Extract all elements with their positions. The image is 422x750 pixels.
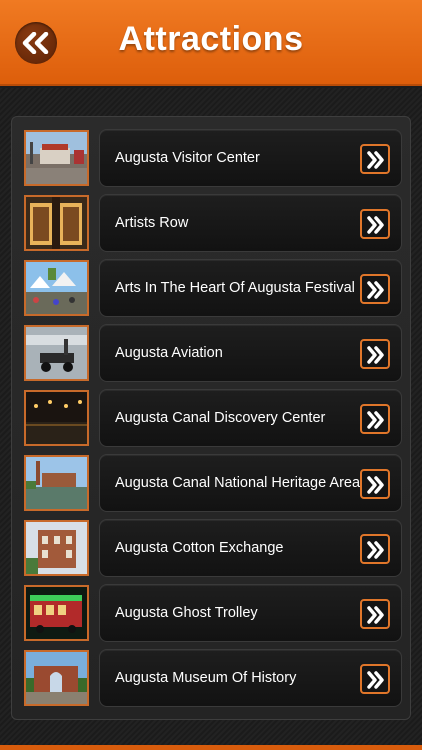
list-item[interactable]: Augusta Cotton Exchange [24, 519, 402, 577]
attraction-label: Augusta Cotton Exchange [115, 540, 284, 556]
museum-thumbnail [24, 650, 89, 706]
list-item[interactable]: Arts In The Heart Of Augusta Festival [24, 259, 402, 317]
artists-row-thumbnail [24, 195, 89, 251]
list-item[interactable]: Augusta Museum Of History [24, 649, 402, 707]
ghost-trolley-thumbnail [24, 585, 89, 641]
double-chevron-right-icon [367, 541, 384, 559]
double-chevron-right-icon [367, 281, 384, 299]
double-chevron-right-icon [367, 411, 384, 429]
go-button[interactable] [360, 534, 390, 564]
attraction-button[interactable]: Augusta Canal Discovery Center [99, 389, 402, 447]
canal-heritage-thumbnail [24, 455, 89, 511]
bottom-bar [0, 745, 422, 750]
go-button[interactable] [360, 664, 390, 694]
go-button[interactable] [360, 404, 390, 434]
canal-discovery-thumbnail [24, 390, 89, 446]
double-chevron-right-icon [367, 346, 384, 364]
double-chevron-right-icon [367, 671, 384, 689]
go-button[interactable] [360, 144, 390, 174]
attraction-button[interactable]: Augusta Aviation [99, 324, 402, 382]
attraction-button[interactable]: Augusta Cotton Exchange [99, 519, 402, 577]
list-item[interactable]: Augusta Canal National Heritage Area [24, 454, 402, 512]
attraction-button[interactable]: Augusta Ghost Trolley [99, 584, 402, 642]
double-chevron-right-icon [367, 606, 384, 624]
aviation-thumbnail [24, 325, 89, 381]
page-title: Attractions [118, 20, 304, 58]
list-item[interactable]: Artists Row [24, 194, 402, 252]
visitor-center-thumbnail [24, 130, 89, 186]
go-button[interactable] [360, 274, 390, 304]
attraction-label: Augusta Ghost Trolley [115, 605, 258, 621]
header-bar: Attractions [0, 0, 422, 86]
go-button[interactable] [360, 209, 390, 239]
go-button[interactable] [360, 469, 390, 499]
festival-thumbnail [24, 260, 89, 316]
double-chevron-right-icon [367, 151, 384, 169]
attractions-list: Augusta Visitor Center Artists Row Arts … [11, 116, 411, 720]
attraction-label: Augusta Canal National Heritage Area [115, 475, 361, 491]
list-item[interactable]: Augusta Canal Discovery Center [24, 389, 402, 447]
go-button[interactable] [360, 599, 390, 629]
double-chevron-right-icon [367, 476, 384, 494]
list-item[interactable]: Augusta Aviation [24, 324, 402, 382]
attraction-button[interactable]: Augusta Canal National Heritage Area [99, 454, 402, 512]
list-item[interactable]: Augusta Ghost Trolley [24, 584, 402, 642]
attraction-label: Augusta Canal Discovery Center [115, 410, 326, 426]
attraction-label: Augusta Museum Of History [115, 670, 297, 686]
double-chevron-right-icon [367, 216, 384, 234]
go-button[interactable] [360, 339, 390, 369]
attraction-label: Augusta Visitor Center [115, 150, 260, 166]
cotton-exchange-thumbnail [24, 520, 89, 576]
attraction-button[interactable]: Augusta Museum Of History [99, 649, 402, 707]
attraction-label: Artists Row [115, 215, 189, 231]
attraction-button[interactable]: Artists Row [99, 194, 402, 252]
attraction-label: Augusta Aviation [115, 345, 223, 361]
list-item[interactable]: Augusta Visitor Center [24, 129, 402, 187]
attraction-button[interactable]: Augusta Visitor Center [99, 129, 402, 187]
attraction-label: Arts In The Heart Of Augusta Festival [115, 280, 355, 296]
attraction-button[interactable]: Arts In The Heart Of Augusta Festival [99, 259, 402, 317]
